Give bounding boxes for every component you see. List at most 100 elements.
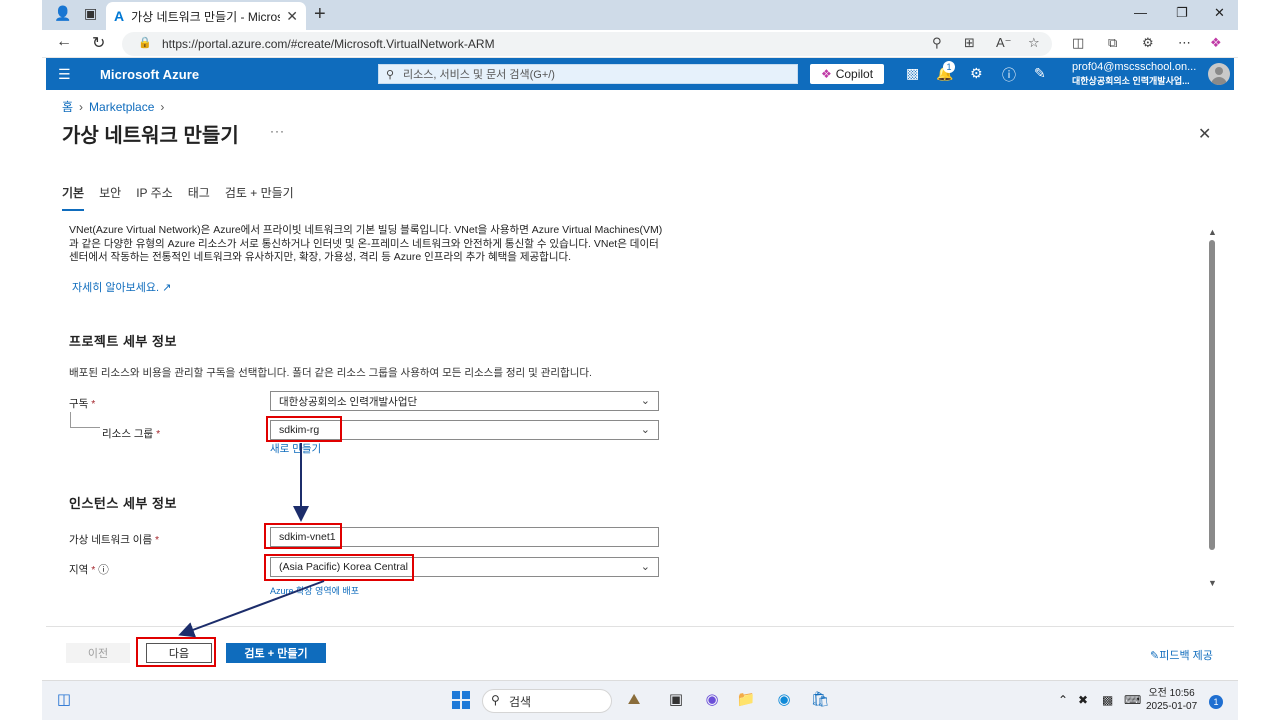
- close-tab-icon[interactable]: ✕: [286, 8, 298, 25]
- menu-dots-icon[interactable]: ⋯: [1178, 35, 1191, 51]
- new-tab-button[interactable]: +: [314, 3, 326, 26]
- extensions-icon[interactable]: ⚙: [1142, 35, 1154, 51]
- teams-icon[interactable]: ◉: [702, 690, 722, 710]
- breadcrumb-home[interactable]: 홈: [62, 100, 73, 114]
- profile-icon[interactable]: 👤: [54, 5, 71, 22]
- minimize-icon[interactable]: —: [1134, 5, 1147, 20]
- back-icon[interactable]: ←: [56, 33, 72, 51]
- chevron-right-icon: ›: [160, 100, 165, 114]
- tray-chevron-up-icon[interactable]: ⌃: [1058, 693, 1068, 707]
- subscription-select[interactable]: 대한상공회의소 인력개발사업단 ⌄: [270, 391, 659, 411]
- scroll-down-icon[interactable]: ▼: [1208, 578, 1217, 588]
- lock-icon: 🔒: [138, 37, 152, 49]
- store-icon[interactable]: 🛍: [810, 690, 830, 710]
- stage: 👤 ▣ A 가상 네트워크 만들기 - Microsoft ✕ + — ❐ ✕ …: [0, 0, 1280, 720]
- required-mark: *: [156, 428, 161, 440]
- vnet-name-label-text: 가상 네트워크 이름: [69, 534, 153, 546]
- task-view-icon[interactable]: ▣: [666, 690, 686, 710]
- account-info[interactable]: prof04@mscsschool.on... 대한상공회의소 인력개발사업..…: [1072, 61, 1202, 87]
- hamburger-menu-icon[interactable]: ☰: [58, 66, 71, 83]
- clock-date: 2025-01-07: [1146, 701, 1198, 712]
- settings-gear-icon[interactable]: ⚙: [970, 65, 983, 82]
- copilot-label: Copilot: [835, 67, 874, 81]
- required-mark: *: [91, 398, 96, 410]
- edge-icon[interactable]: ◉: [774, 690, 794, 710]
- taskbar-notification-badge[interactable]: 1: [1209, 695, 1223, 709]
- tab-strip: 👤 ▣ A 가상 네트워크 만들기 - Microsoft ✕ + — ❐ ✕: [42, 0, 1238, 30]
- required-mark: *: [91, 564, 96, 576]
- create-new-rg-link[interactable]: 새로 만들기: [270, 441, 321, 456]
- give-feedback-link[interactable]: ✎피드백 제공: [1150, 647, 1213, 663]
- chevron-right-icon: ›: [79, 100, 84, 114]
- windows-start-icon[interactable]: [452, 691, 470, 709]
- wizard-tabs: 기본 보안 IP 주소 태그 검토 + 만들기: [62, 184, 309, 211]
- key-icon[interactable]: ⚲: [932, 35, 942, 51]
- region-highlight-box: [264, 554, 414, 581]
- scrollbar-thumb[interactable]: [1209, 240, 1215, 550]
- breadcrumb-marketplace[interactable]: Marketplace: [89, 100, 154, 114]
- split-screen-icon[interactable]: ◫: [1072, 35, 1084, 51]
- close-blade-icon[interactable]: ✕: [1198, 124, 1211, 144]
- tray-status-icon[interactable]: ✖: [1078, 693, 1088, 707]
- landscape-widget-icon[interactable]: ⛰: [624, 690, 644, 710]
- tab-review-create[interactable]: 검토 + 만들기: [225, 184, 294, 211]
- breadcrumb: 홈 › Marketplace ›: [62, 98, 170, 115]
- file-explorer-icon[interactable]: 📁: [736, 690, 756, 710]
- tab-security[interactable]: 보안: [99, 184, 121, 211]
- project-details-heading: 프로젝트 세부 정보: [69, 334, 177, 349]
- copilot-button[interactable]: ❖ Copilot: [810, 64, 884, 84]
- widgets-icon[interactable]: ◫: [54, 690, 74, 710]
- tab-ip-addresses[interactable]: IP 주소: [136, 184, 173, 211]
- feedback-icon[interactable]: ✎: [1034, 65, 1046, 82]
- clock-time: 오전 10:56: [1148, 688, 1195, 699]
- chevron-down-icon: ⌄: [640, 561, 650, 573]
- review-create-button[interactable]: 검토 + 만들기: [226, 643, 326, 663]
- azure-header: ☰ Microsoft Azure ⚲ 리소스, 서비스 및 문서 검색(G+/…: [46, 58, 1234, 90]
- annotation-arrows: [178, 443, 325, 638]
- tab-title: 가상 네트워크 만들기 - Microsoft: [131, 9, 281, 24]
- rg-highlight-box: [266, 416, 342, 442]
- url-field[interactable]: 🔒 https://portal.azure.com/#create/Micro…: [122, 32, 1052, 56]
- region-label: 지역 * ⓘ: [69, 562, 109, 577]
- scroll-up-icon[interactable]: ▲: [1208, 227, 1217, 237]
- network-icon[interactable]: ▩: [1102, 693, 1113, 707]
- url-text: https://portal.azure.com/#create/Microso…: [162, 37, 495, 51]
- avatar[interactable]: [1208, 63, 1230, 85]
- portal-brand[interactable]: Microsoft Azure: [100, 67, 199, 82]
- info-icon[interactable]: ⓘ: [98, 564, 109, 576]
- taskbar-clock[interactable]: 오전 10:56 2025-01-07: [1146, 687, 1197, 713]
- portal-search-input[interactable]: ⚲ 리소스, 서비스 및 문서 검색(G+/): [378, 64, 798, 84]
- tab-basics[interactable]: 기본: [62, 184, 85, 211]
- previous-button[interactable]: 이전: [66, 643, 130, 663]
- cloud-shell-icon[interactable]: ▩: [906, 65, 919, 82]
- learn-more-link[interactable]: 자세히 알아보세요. ↗: [72, 279, 171, 295]
- apps-icon[interactable]: ⊞: [964, 35, 975, 51]
- tab-tags[interactable]: 태그: [188, 184, 210, 211]
- windows-taskbar: ◫ ⚲ 검색 ⛰ ▣ ◉ 📁 ◉ 🛍 ⌃ ✖ ▩ ⌨ 오전 10:56 2025…: [42, 680, 1238, 720]
- edge-zone-link[interactable]: Azure 확장 영역에 배포: [270, 584, 359, 597]
- copilot-browser-icon[interactable]: ❖: [1210, 35, 1222, 51]
- refresh-icon[interactable]: ↻: [92, 33, 105, 53]
- notification-badge: 1: [943, 61, 955, 73]
- resource-group-label-text: 리소스 그룹: [102, 428, 154, 440]
- project-details-subtext: 배포된 리소스와 비용을 관리할 구독을 선택합니다. 폴더 같은 리소스 그룹…: [69, 367, 592, 379]
- tab-actions-icon[interactable]: ▣: [84, 5, 97, 22]
- restore-icon[interactable]: ❐: [1176, 5, 1188, 21]
- next-highlight-box: [136, 637, 216, 667]
- search-placeholder: 리소스, 서비스 및 문서 검색(G+/): [403, 69, 555, 81]
- chevron-down-icon: ⌄: [640, 424, 650, 436]
- intro-description: VNet(Azure Virtual Network)은 Azure에서 프라이…: [69, 224, 663, 263]
- close-window-icon[interactable]: ✕: [1214, 5, 1225, 21]
- search-icon: ⚲: [491, 693, 500, 707]
- more-options-icon[interactable]: ···: [270, 124, 285, 138]
- help-icon[interactable]: ⓘ: [1002, 65, 1016, 85]
- browser-tab-active[interactable]: A 가상 네트워크 만들기 - Microsoft ✕: [106, 2, 306, 30]
- page-title: 가상 네트워크 만들기: [62, 125, 239, 147]
- collections-icon[interactable]: ⧉: [1108, 35, 1117, 51]
- favorite-icon[interactable]: ☆: [1028, 35, 1040, 51]
- taskbar-search[interactable]: ⚲ 검색: [482, 689, 612, 713]
- vnet-name-label: 가상 네트워크 이름 *: [69, 532, 159, 547]
- language-icon[interactable]: ⌨: [1124, 693, 1141, 707]
- instance-details-heading: 인스턴스 세부 정보: [69, 496, 177, 511]
- read-aloud-icon[interactable]: A⁻: [996, 35, 1012, 51]
